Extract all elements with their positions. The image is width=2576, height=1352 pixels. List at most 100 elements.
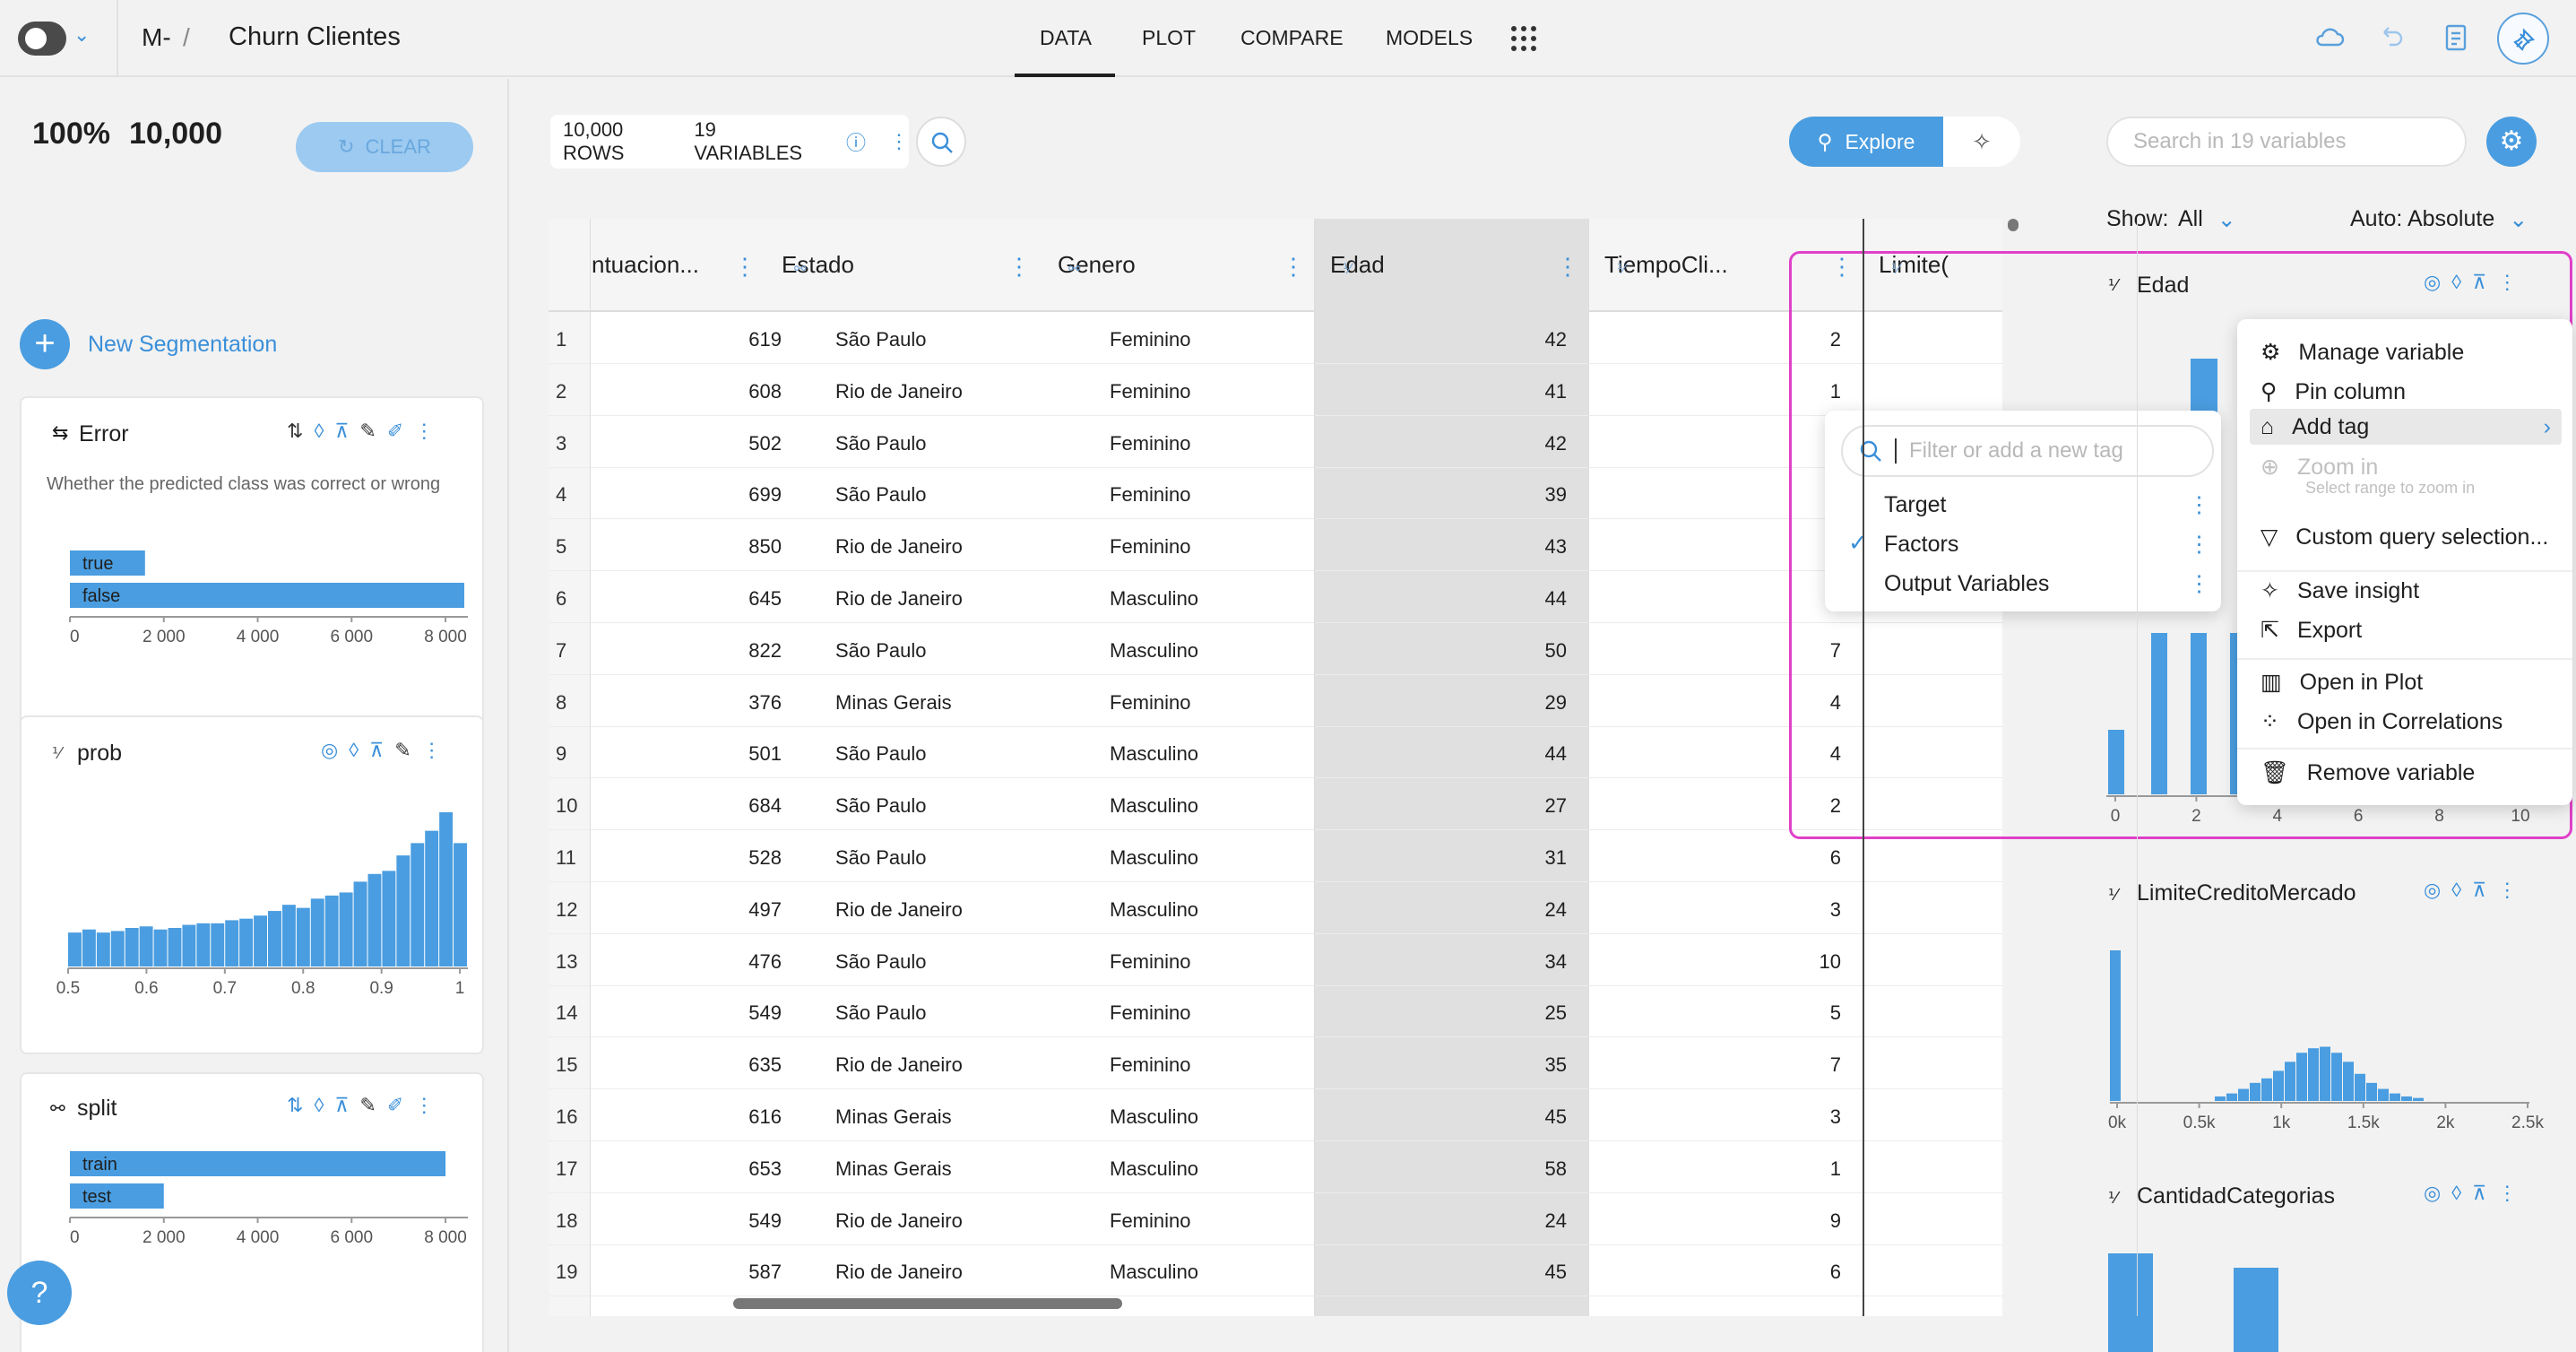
column-menu-icon[interactable]: ⋮ [733,253,756,281]
insights-pin-button[interactable] [2497,13,2549,65]
drop-icon[interactable]: ◊ [2451,879,2461,902]
tag-item-factors[interactable]: Factors ⋮ [1861,531,2210,558]
table-row[interactable]: 4 699 São Paulo Feminino 39 [549,467,2002,520]
table-row[interactable]: 19 587 Rio de Janeiro Masculino 45 6 [549,1244,2002,1297]
apps-grid-icon[interactable] [1511,26,1536,51]
more-icon[interactable]: ⋮ [889,130,909,153]
table-row[interactable]: 12 497 Rio de Janeiro Masculino 24 3 [549,882,2002,934]
filter-clear-icon[interactable]: ⊼ [2472,1182,2486,1205]
breadcrumb-project[interactable]: M- [142,23,171,52]
more-icon[interactable]: ⋮ [2497,879,2517,902]
table-row[interactable]: 18 549 Rio de Janeiro Feminino 24 9 [549,1193,2002,1245]
tag-filter-input[interactable]: Filter or add a new tag [1841,425,2214,477]
menu-manage-variable[interactable]: ⚙ Manage variable [2237,339,2464,366]
explore-button[interactable]: ⚲ Explore [1789,117,1943,167]
drop-icon[interactable]: ◊ [314,1094,324,1117]
table-row[interactable]: 15 635 Rio de Janeiro Feminino 35 7 [549,1037,2002,1090]
vertical-scrollbar[interactable] [2008,219,2018,231]
histogram-bar [2226,1093,2237,1101]
tab-plot[interactable]: PLOT [1142,26,1196,50]
table-row[interactable]: 10 684 São Paulo Masculino 27 2 [549,778,2002,831]
column-menu-icon[interactable]: ⋮ [1007,253,1031,281]
horizontal-scrollbar[interactable] [733,1298,1122,1309]
menu-pin-column[interactable]: ⚲ Pin column [2237,378,2406,405]
tick-label: 0.5 [56,979,80,998]
bar-label: false [82,586,120,606]
lock-icon[interactable]: ◎ [2424,1182,2441,1205]
filter-clear-icon[interactable]: ⊼ [334,1094,349,1117]
table-row[interactable]: 9 501 São Paulo Masculino 44 4 [549,726,2002,779]
filter-clear-icon[interactable]: ⊼ [334,420,349,443]
table-row[interactable]: 7 822 São Paulo Masculino 50 7 [549,623,2002,675]
column-header[interactable]: ntuacion... [592,220,699,309]
column-menu-icon[interactable]: ⋮ [1830,253,1854,281]
menu-open-in-plot[interactable]: ▥ Open in Plot [2237,669,2423,696]
drop-icon[interactable]: ◊ [314,420,324,443]
menu-save-insight[interactable]: ✧ Save insight [2237,577,2419,604]
page-title[interactable]: Churn Clientes [229,22,401,52]
search-table-button[interactable] [916,117,966,167]
menu-remove-variable[interactable]: 🗑 Remove variable [2237,760,2475,786]
info-icon[interactable]: ⓘ [846,127,866,156]
column-header[interactable]: Estado [782,220,854,309]
tag-item-output-variables[interactable]: Output Variables ⋮ [1861,570,2210,597]
sort-icon[interactable]: ⇅ [287,420,303,443]
table-row[interactable]: 11 528 São Paulo Masculino 31 6 [549,830,2002,882]
chevron-down-icon[interactable]: ⌄ [73,23,90,47]
table-row[interactable]: 16 616 Minas Gerais Masculino 45 3 [549,1089,2002,1141]
settings-button[interactable]: ⚙ [2486,117,2537,167]
column-menu-icon[interactable]: ⋮ [1282,253,1305,281]
magic-wand-button[interactable]: ✧ [1943,117,2020,167]
tab-models[interactable]: MODELS [1386,26,1473,50]
more-icon[interactable]: ⋮ [2188,491,2210,518]
edit-icon[interactable]: ✐ [387,420,403,443]
new-segmentation-button[interactable]: + New Segmentation [20,319,277,369]
table-row[interactable]: 5 850 Rio de Janeiro Feminino 43 [549,519,2002,572]
table-row[interactable]: 8 376 Minas Gerais Feminino 29 4 [549,675,2002,727]
more-icon[interactable]: ⋮ [414,420,434,443]
show-select[interactable]: All ⌄ [2178,206,2236,233]
more-icon[interactable]: ⋮ [2188,531,2210,558]
menu-export[interactable]: ⇱ Export [2237,617,2362,644]
filter-clear-icon[interactable]: ⊼ [2472,879,2486,902]
table-cell: Feminino [1110,379,1191,403]
cloud-icon[interactable] [2314,25,2345,48]
pin-icon[interactable]: ✎ [394,739,411,762]
column-header[interactable]: Edad [1330,220,1385,309]
filter-clear-icon[interactable]: ⊼ [369,739,384,762]
tab-compare[interactable]: COMPARE [1240,26,1344,50]
more-icon[interactable]: ⋮ [414,1094,434,1117]
table-row[interactable]: 6 645 Rio de Janeiro Masculino 44 [549,571,2002,623]
tab-data[interactable]: DATA [1040,26,1092,50]
more-icon[interactable]: ⋮ [2497,1182,2517,1205]
help-button[interactable]: ? [7,1261,72,1325]
table-row[interactable]: 3 502 São Paulo Feminino 42 [549,416,2002,468]
clear-button[interactable]: ↻ CLEAR [296,122,473,172]
variables-search-input[interactable]: Search in 19 variables [2106,117,2467,167]
lock-icon[interactable]: ◎ [2424,879,2441,902]
auto-scale-select[interactable]: Auto: Absolute ⌄ [2350,206,2528,233]
table-row[interactable]: 1 619 São Paulo Feminino 42 2 [549,312,2002,364]
more-icon[interactable]: ⋮ [2188,570,2210,597]
menu-custom-query[interactable]: ▽ Custom query selection... [2237,524,2548,550]
pin-icon[interactable]: ✎ [359,420,376,443]
app-logo-toggle[interactable] [18,22,66,56]
tag-item-target[interactable]: Target ⋮ [1861,491,2210,518]
lock-icon[interactable]: ◎ [321,739,338,762]
menu-add-tag[interactable]: ⌂ Add tag › [2250,409,2562,445]
more-icon[interactable]: ⋮ [422,739,442,762]
drop-icon[interactable]: ◊ [2451,1182,2461,1205]
table-row[interactable]: 17 653 Minas Gerais Masculino 58 1 [549,1141,2002,1193]
sort-icon[interactable]: ⇅ [287,1094,303,1117]
pin-icon[interactable]: ✎ [359,1094,376,1117]
notes-icon[interactable] [2443,23,2468,52]
column-menu-icon[interactable]: ⋮ [1556,253,1579,281]
edit-icon[interactable]: ✐ [387,1094,403,1117]
row-index: 14 [556,1001,578,1025]
menu-open-in-correlations[interactable]: ⁘ Open in Correlations [2237,708,2503,735]
table-row[interactable]: 14 549 São Paulo Feminino 25 5 [549,985,2002,1038]
undo-icon[interactable] [2377,23,2404,50]
table-row[interactable]: 13 476 São Paulo Feminino 34 10 [549,934,2002,986]
drop-icon[interactable]: ◊ [349,739,359,762]
table-row[interactable]: 2 608 Rio de Janeiro Feminino 41 1 [549,364,2002,416]
